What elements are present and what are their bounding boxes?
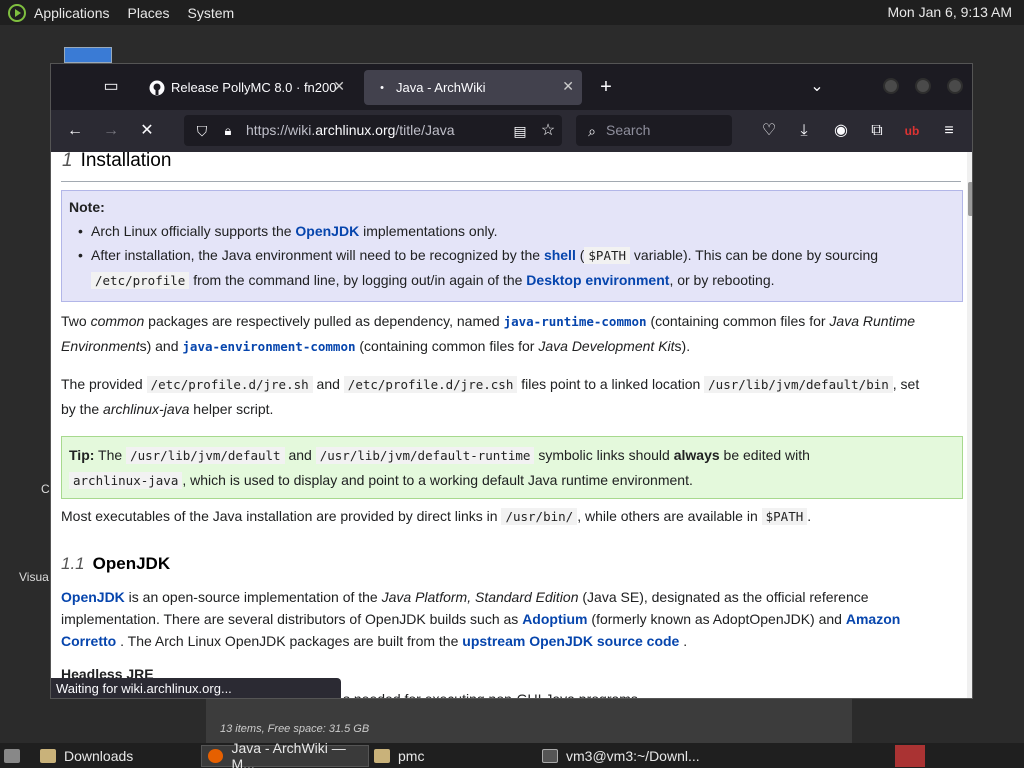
search-placeholder: Search [606, 122, 651, 138]
close-window-button[interactable] [947, 78, 963, 94]
url-bar[interactable]: ⛉ 🔒︎ https://wiki.archlinux.org/title/Ja… [184, 115, 562, 146]
tab-pollymc[interactable]: Release PollyMC 8.0 · fn200 ✕ [139, 70, 353, 105]
maximize-button[interactable] [915, 78, 931, 94]
nav-bar: ← → ✕ ⛉ 🔒︎ https://wiki.archlinux.org/ti… [51, 110, 972, 152]
link-shell[interactable]: shell [544, 247, 576, 263]
scrollbar-thumb[interactable] [968, 182, 972, 216]
search-field[interactable]: ⌕ Search [576, 115, 732, 146]
firefox-icon [208, 749, 224, 763]
archwiki-icon: • [380, 81, 384, 94]
paragraph-partial: s needed for executing non-GUI Java prog… [343, 691, 642, 699]
reader-view-icon[interactable]: ▤ [508, 119, 532, 143]
folder-icon [40, 749, 56, 763]
link-java-environment-common[interactable]: java-environment-common [182, 339, 355, 354]
link-openjdk-intro[interactable]: OpenJDK [61, 589, 125, 605]
file-manager-status: 13 items, Free space: 31.5 GB [220, 723, 370, 735]
link-openjdk[interactable]: OpenJDK [295, 223, 359, 239]
workspace-switcher-icon[interactable] [895, 745, 925, 767]
link-java-runtime-common[interactable]: java-runtime-common [504, 314, 647, 329]
minimize-button[interactable] [883, 78, 899, 94]
section-heading-openjdk: 1.1 OpenJDK [61, 554, 171, 573]
file-manager-window: 13 items, Free space: 31.5 GB [206, 699, 852, 743]
tip-label: Tip: [69, 447, 95, 463]
pocket-icon[interactable]: ♡ [757, 119, 781, 143]
link-amazon[interactable]: Amazon [846, 611, 900, 627]
chevron-down-icon[interactable]: ⌄ [805, 75, 829, 99]
stop-loading-icon[interactable]: ✕ [135, 119, 159, 143]
paragraph-executables: Most executables of the Java installatio… [61, 508, 812, 525]
menu-system[interactable]: System [188, 5, 235, 21]
task-terminal[interactable]: vm3@vm3:~/Downl... [542, 745, 712, 767]
forward-arrow-icon[interactable]: → [99, 119, 123, 143]
back-arrow-icon[interactable]: ← [63, 119, 87, 143]
new-tab-icon[interactable]: + [594, 75, 618, 99]
task-firefox[interactable]: Java - ArchWiki — M... [201, 740, 369, 768]
menu-applications[interactable]: Applications [34, 5, 110, 21]
search-icon: ⌕ [588, 123, 596, 139]
show-desktop-icon[interactable] [4, 745, 24, 767]
browser-window: ▭ Release PollyMC 8.0 · fn200 ✕ • Java -… [50, 63, 973, 699]
menu-places[interactable]: Places [128, 5, 170, 21]
task-pmc[interactable]: pmc [374, 745, 524, 767]
close-tab-icon[interactable]: ✕ [562, 78, 574, 95]
link-desktop-environment[interactable]: Desktop environment [526, 272, 669, 288]
paragraph-common-packages: Two common packages are respectively pul… [61, 313, 916, 354]
hamburger-menu-icon[interactable]: ≡ [937, 119, 961, 143]
code-etc-profile: /etc/profile [91, 272, 190, 289]
url-text: https://wiki.archlinux.org/title/Java [246, 122, 455, 138]
tip-box: Tip: The /usr/lib/jvm/default and /usr/l… [61, 436, 963, 499]
note-label: Note: [69, 199, 105, 215]
code-path: $PATH [584, 247, 631, 264]
link-upstream-openjdk[interactable]: upstream OpenJDK source code [462, 633, 679, 649]
terminal-icon [542, 749, 558, 763]
lock-icon[interactable]: 🔒︎ [216, 119, 240, 143]
scrollbar[interactable] [967, 152, 972, 698]
tab-bar: ▭ Release PollyMC 8.0 · fn200 ✕ • Java -… [51, 64, 972, 110]
tab-title: Release PollyMC 8.0 · fn200 [171, 80, 337, 95]
ublock-origin-icon[interactable]: ub [900, 119, 924, 143]
distro-logo-icon[interactable] [8, 3, 26, 22]
task-downloads[interactable]: Downloads [40, 745, 195, 767]
note-bullet-2: After installation, the Java environment… [69, 243, 955, 293]
bookmark-star-icon[interactable]: ☆ [536, 119, 560, 143]
tab-title: Java - ArchWiki [396, 80, 486, 95]
clock[interactable]: Mon Jan 6, 9:13 AM [887, 4, 1012, 20]
shield-icon[interactable]: ⛉ [190, 119, 214, 143]
note-box: Note: Arch Linux officially supports the… [61, 190, 963, 302]
folder-icon [374, 749, 390, 763]
downloads-icon[interactable]: ⤓ [792, 119, 816, 143]
browser-status-text: Waiting for wiki.archlinux.org... [51, 678, 341, 698]
paragraph-profile-scripts: The provided /etc/profile.d/jre.sh and /… [61, 376, 920, 417]
desktop-icon[interactable] [64, 47, 112, 63]
desktop-label-partial: C [41, 482, 50, 496]
list-all-tabs-icon[interactable]: ▭ [99, 75, 123, 99]
paragraph-openjdk: OpenJDK is an open-source implementation… [61, 589, 901, 649]
bottom-taskbar: Downloads Java - ArchWiki — M... pmc vm3… [0, 740, 1024, 768]
note-bullet-1: Arch Linux officially supports the OpenJ… [69, 219, 955, 243]
section-heading-installation: 1 Installation [62, 152, 172, 171]
desktop-label-partial-2: Visua [19, 570, 49, 584]
account-icon[interactable]: ◉ [829, 119, 853, 143]
top-panel: Applications Places System Mon Jan 6, 9:… [0, 0, 1024, 25]
extensions-icon[interactable]: ⧉ [865, 119, 889, 143]
close-tab-icon[interactable]: ✕ [333, 78, 345, 95]
link-adoptium[interactable]: Adoptium [522, 611, 587, 627]
github-icon [149, 80, 165, 96]
tab-archwiki[interactable]: • Java - ArchWiki ✕ [364, 70, 582, 105]
heading-divider [61, 181, 961, 182]
page-content: 1Installation Note: Arch Linux officiall… [51, 152, 972, 699]
link-corretto[interactable]: Corretto [61, 633, 116, 649]
